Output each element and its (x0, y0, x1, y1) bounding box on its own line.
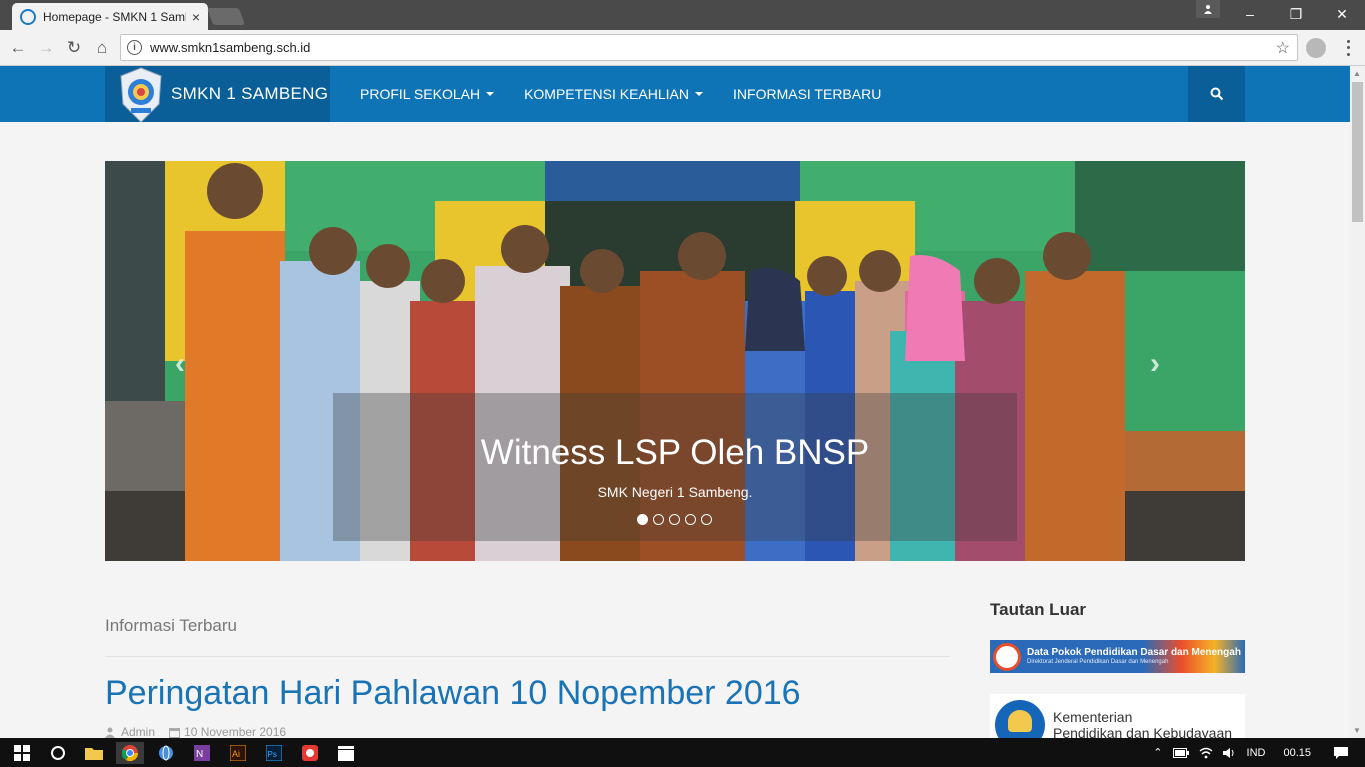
windows-start-icon[interactable] (8, 742, 36, 764)
forward-button[interactable]: → (34, 36, 58, 60)
carousel-dot[interactable] (637, 514, 648, 525)
svg-text:Ai: Ai (232, 749, 240, 759)
menu-label: INFORMASI TERBARU (733, 86, 882, 102)
banner-line: Pendidikan dan Kebudayaan (1053, 725, 1233, 738)
sidebar-heading: Tautan Luar (990, 600, 1087, 619)
minimize-button[interactable]: – (1227, 0, 1273, 28)
carousel-next-icon[interactable]: › (1150, 347, 1160, 381)
calendar-icon (169, 727, 181, 738)
page-scrollbar[interactable]: ▲ ▼ (1350, 66, 1365, 738)
slide-title: Witness LSP Oleh BNSP (480, 433, 870, 472)
onenote-icon[interactable]: N (188, 742, 216, 764)
menu-informasi-terbaru[interactable]: INFORMASI TERBARU (733, 86, 881, 102)
notification-center-icon[interactable] (1333, 746, 1349, 760)
scroll-up-icon[interactable]: ▲ (1353, 69, 1361, 78)
chrome-icon[interactable] (116, 741, 144, 764)
user-icon (105, 727, 115, 738)
post-meta: Admin 10 November 2016 (105, 725, 300, 738)
browser-titlebar: Homepage - SMKN 1 Sambeng × – ❐ ✕ (0, 0, 1365, 30)
banner-title: Data Pokok Pendidikan Dasar dan Menengah (1027, 647, 1241, 658)
web-page: SMKN 1 SAMBENG PROFIL SEKOLAH KOMPETENSI… (0, 66, 1350, 738)
school-logo-icon (120, 67, 162, 122)
slide-subtitle: SMK Negeri 1 Sambeng. (597, 484, 753, 500)
banner-line: Kementerian (1053, 709, 1133, 725)
hero-carousel[interactable]: Witness LSP Oleh BNSP SMK Negeri 1 Sambe… (105, 161, 1245, 561)
dapodik-logo-icon (993, 642, 1021, 671)
reload-button[interactable]: ↻ (62, 36, 86, 60)
tab-title: Homepage - SMKN 1 Sambeng (43, 9, 186, 24)
photoshop-icon[interactable]: Ps (260, 742, 288, 764)
carousel-dot[interactable] (701, 514, 712, 525)
user-profile-icon[interactable] (1196, 0, 1220, 18)
menu-kompetensi-keahlian[interactable]: KOMPETENSI KEAHLIAN (524, 86, 704, 102)
browser-toolbar: ← → ↻ ⌂ i www.smkn1sambeng.sch.id ☆ (0, 30, 1365, 66)
search-button[interactable] (1188, 66, 1245, 122)
site-brand-text: SMKN 1 SAMBENG (171, 84, 329, 103)
divider (105, 656, 950, 657)
carousel-prev-icon[interactable]: ‹ (175, 347, 185, 381)
clock[interactable]: 00.15 (1283, 747, 1311, 759)
home-button[interactable]: ⌂ (90, 36, 114, 60)
url-text[interactable]: www.smkn1sambeng.sch.id (150, 40, 310, 55)
post-title-link[interactable]: Peringatan Hari Pahlawan 10 Nopember 201… (105, 674, 801, 713)
menu-kebab-icon[interactable] (1340, 38, 1356, 58)
tab-close-icon[interactable]: × (192, 9, 200, 25)
carousel-dot[interactable] (653, 514, 664, 525)
site-favicon-icon (20, 8, 36, 25)
dapodik-banner-link[interactable]: Data Pokok Pendidikan Dasar dan Menengah… (990, 640, 1245, 673)
browser-globe-icon[interactable] (152, 742, 180, 764)
extension-icon[interactable] (1306, 38, 1326, 58)
kemdikbud-logo-icon (995, 700, 1045, 738)
search-icon (1210, 87, 1223, 101)
section-heading: Informasi Terbaru (105, 616, 237, 635)
volume-icon[interactable] (1222, 747, 1237, 759)
menu-profil-sekolah[interactable]: PROFIL SEKOLAH (360, 86, 495, 102)
post-date: 10 November 2016 (184, 725, 287, 738)
browser-tab[interactable]: Homepage - SMKN 1 Sambeng × (12, 3, 208, 30)
close-window-button[interactable]: ✕ (1319, 0, 1365, 28)
site-navbar: SMKN 1 SAMBENG PROFIL SEKOLAH KOMPETENSI… (0, 66, 1350, 122)
svg-text:Ps: Ps (268, 750, 277, 759)
battery-icon[interactable] (1172, 747, 1189, 758)
menu-label: PROFIL SEKOLAH (360, 86, 481, 102)
restore-button[interactable]: ❐ (1273, 0, 1319, 28)
scroll-down-icon[interactable]: ▼ (1353, 726, 1361, 735)
site-info-icon[interactable]: i (127, 40, 142, 55)
system-tray: ⌃ IND 00.15 (1153, 738, 1365, 767)
scrollbar-thumb[interactable] (1352, 82, 1363, 222)
carousel-dot[interactable] (669, 514, 680, 525)
wifi-icon[interactable] (1199, 747, 1213, 759)
bookmark-star-icon[interactable]: ☆ (1276, 38, 1290, 58)
carousel-dot[interactable] (685, 514, 696, 525)
illustrator-icon[interactable]: Ai (224, 742, 252, 764)
caret-down-icon (695, 92, 704, 96)
back-button[interactable]: ← (6, 36, 30, 60)
site-brand[interactable]: SMKN 1 SAMBENG (105, 66, 330, 122)
main-menu: PROFIL SEKOLAH KOMPETENSI KEAHLIAN INFOR… (360, 66, 911, 122)
post-author[interactable]: Admin (121, 725, 155, 738)
media-app-icon[interactable] (296, 742, 324, 764)
language-indicator[interactable]: IND (1247, 747, 1266, 759)
carousel-indicators (637, 514, 717, 525)
tray-chevron-icon[interactable]: ⌃ (1153, 746, 1162, 759)
address-bar[interactable]: i www.smkn1sambeng.sch.id ☆ (120, 34, 1298, 61)
svg-text:N: N (196, 749, 203, 760)
kemdikbud-banner-link[interactable]: Kementerian Pendidikan dan Kebudayaan (990, 694, 1245, 738)
menu-label: KOMPETENSI KEAHLIAN (524, 86, 690, 102)
windows-taskbar: N Ai Ps ⌃ IND 00.15 (0, 738, 1365, 767)
new-tab-button[interactable] (206, 8, 246, 25)
cortana-icon[interactable] (44, 742, 72, 764)
file-explorer-icon[interactable] (80, 742, 108, 764)
banner-subtitle: Direktorat Jenderal Pendidikan Dasar dan… (1027, 659, 1169, 665)
clapper-icon[interactable] (332, 742, 360, 764)
caret-down-icon (486, 92, 495, 96)
